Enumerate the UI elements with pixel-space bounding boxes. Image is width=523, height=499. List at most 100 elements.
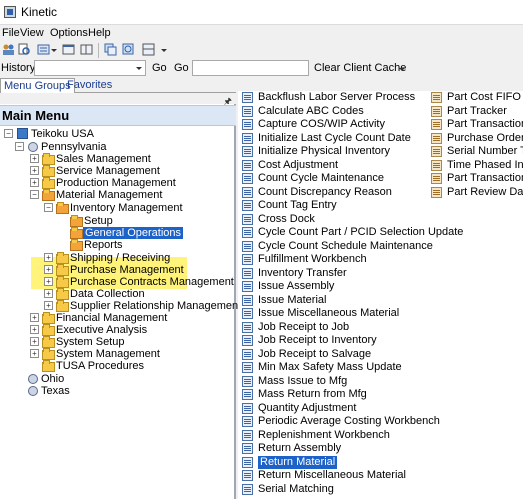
program-label: Cycle Count Schedule Maintenance <box>258 239 433 252</box>
expand-icon[interactable]: + <box>30 166 39 175</box>
program-label: Return Miscellaneous Material <box>258 469 406 481</box>
tracker-item[interactable]: Part Tracker <box>431 105 523 118</box>
program-label: Initialize Physical Inventory <box>258 145 391 157</box>
program-label: Count Cycle Maintenance <box>258 172 384 184</box>
dropdown-arrow-icon[interactable] <box>51 49 57 52</box>
tracker-icon <box>431 132 442 144</box>
people-icon[interactable] <box>2 43 15 56</box>
expand-icon[interactable]: + <box>30 154 39 163</box>
expand-icon[interactable]: + <box>44 265 53 274</box>
tree-label: Data Collection <box>70 288 145 300</box>
tracker-item[interactable]: Serial Number Tracke <box>431 145 523 158</box>
pin-row: 🖈 <box>0 93 236 106</box>
expand-icon[interactable]: + <box>30 325 39 334</box>
search-doc-icon[interactable] <box>18 43 31 56</box>
tree-label-pennsylvania: Pennsylvania <box>41 141 107 153</box>
go-input[interactable] <box>192 60 309 76</box>
menu-file[interactable]: File <box>2 27 20 39</box>
program-label: Mass Issue to Mfg <box>258 374 348 387</box>
expand-icon[interactable]: + <box>30 178 39 187</box>
app-icon <box>4 6 16 18</box>
grid-icon[interactable] <box>80 43 93 56</box>
history-select[interactable] <box>34 60 146 76</box>
window-titlebar: Kinetic <box>0 0 523 25</box>
program-label: Job Receipt to Salvage <box>258 347 372 360</box>
folder-icon <box>42 153 55 165</box>
clear-client-cache-button[interactable]: Clear Client Cache <box>314 62 406 74</box>
program-icon <box>242 227 253 238</box>
go-button-2[interactable]: Go <box>174 62 189 74</box>
folder-icon <box>42 324 55 336</box>
tree-label: Financial Management <box>56 312 168 324</box>
program-icon <box>242 308 253 319</box>
program-icon <box>242 294 253 306</box>
expand-icon[interactable]: + <box>30 313 39 322</box>
folder-icon <box>56 300 69 312</box>
menu-help[interactable]: Help <box>88 27 111 39</box>
tree-label: Inventory Management <box>70 202 183 214</box>
tree-label: TUSA Procedures <box>56 360 145 372</box>
program-icon <box>242 267 253 279</box>
program-icon <box>242 321 253 333</box>
tracker-label: Part Review Dashbo <box>447 185 523 198</box>
expand-icon[interactable]: + <box>44 277 53 286</box>
program-icon <box>242 173 253 184</box>
expand-icon[interactable]: + <box>44 301 53 310</box>
expand-icon[interactable]: + <box>30 337 39 346</box>
menu-options[interactable]: Options <box>50 27 88 39</box>
folder-icon <box>56 288 69 300</box>
program-label: Fulfillment Workbench <box>258 253 367 265</box>
tracker-label: Part Transaction Hist <box>447 172 523 184</box>
tracker-item[interactable]: Part Transaction Hist <box>431 118 523 131</box>
program-icon <box>242 375 253 387</box>
tracker-icon <box>431 159 442 171</box>
zoom-icon[interactable] <box>122 43 135 56</box>
list-icon[interactable] <box>37 43 50 56</box>
left-pane: Menu Groups Favorites 🖈 Main Menu − Teik… <box>0 77 241 499</box>
copy-icon[interactable] <box>104 43 117 56</box>
collapse-icon[interactable]: − <box>30 190 39 199</box>
program-icon <box>242 146 253 157</box>
window-icon[interactable] <box>62 43 75 56</box>
program-icon <box>242 402 253 414</box>
program-label: Capture COS/WIP Activity <box>258 118 385 130</box>
tracker-item[interactable]: Part Cost FIFO Track <box>431 91 523 104</box>
program-label: Calculate ABC Codes <box>258 104 364 117</box>
expand-icon[interactable]: + <box>44 289 53 298</box>
dropdown-arrow-icon[interactable] <box>161 49 167 52</box>
tracker-icon <box>431 146 442 157</box>
expand-icon[interactable]: + <box>30 349 39 358</box>
program-label: Periodic Average Costing Workbench <box>258 415 440 427</box>
program-label: Inventory Transfer <box>258 266 347 279</box>
tab-favorites[interactable]: Favorites <box>64 78 115 93</box>
program-list-pane: Backflush Labor Server Process Calculate … <box>238 77 523 499</box>
folder-icon <box>42 312 55 324</box>
program-label: Cross Dock <box>258 212 315 225</box>
folder-icon <box>42 360 55 372</box>
program-icon <box>242 416 253 427</box>
tracker-item[interactable]: Time Phased Inquiry <box>431 159 523 172</box>
tracker-item[interactable]: Part Review Dashbo <box>431 186 523 199</box>
tree-label: Supplier Relationship Management <box>70 300 242 312</box>
tracker-item[interactable]: Purchase Order Track <box>431 132 523 145</box>
folder-open-icon <box>56 202 69 214</box>
tracker-icon <box>431 173 442 184</box>
main-menu-header: Main Menu <box>0 105 236 126</box>
program-icon <box>242 105 253 117</box>
tree-label: Setup <box>84 215 113 227</box>
go-button[interactable]: Go <box>152 62 167 74</box>
folder-icon <box>42 348 55 360</box>
tracker-item[interactable]: Part Transaction Hist <box>431 172 523 185</box>
collapse-icon[interactable]: − <box>44 203 53 212</box>
menu-view[interactable]: View <box>20 27 44 39</box>
collapse-icon[interactable]: − <box>15 142 24 151</box>
menubar: File View Options Help <box>0 26 523 41</box>
program-icon <box>242 362 253 373</box>
tree-label: Reports <box>84 239 123 251</box>
collapse-icon[interactable]: − <box>4 129 13 138</box>
program-label: Initialize Last Cycle Count Date <box>258 131 411 144</box>
folder-icon <box>42 165 55 177</box>
layout-icon[interactable] <box>142 43 155 56</box>
expand-icon[interactable]: + <box>44 253 53 262</box>
chevron-down-icon[interactable] <box>399 68 405 71</box>
